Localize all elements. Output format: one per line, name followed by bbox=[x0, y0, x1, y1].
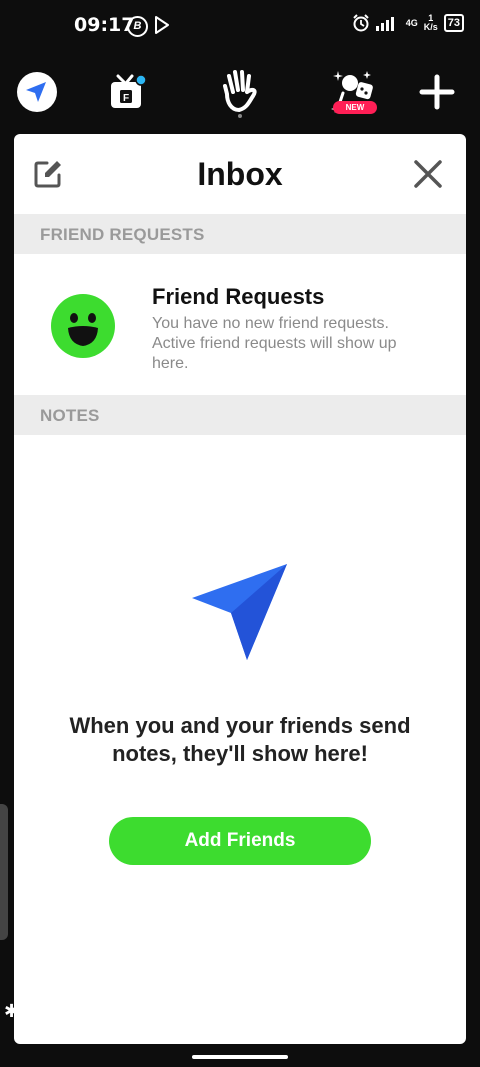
friend-requests-description: You have no new friend requests. Active … bbox=[152, 315, 397, 372]
smiley-face-icon bbox=[68, 313, 98, 346]
settings-gear-icon: ✱ bbox=[4, 1001, 20, 1021]
network-type: 4G bbox=[405, 17, 418, 28]
home-indicator[interactable] bbox=[192, 1055, 288, 1059]
add-friends-button[interactable]: Add Friends bbox=[109, 817, 371, 865]
empty-notes-message: When you and your friends send notes, th… bbox=[69, 713, 411, 766]
tv-nav-button[interactable]: F bbox=[97, 64, 155, 120]
edge-panel-handle[interactable] bbox=[0, 804, 8, 940]
network-speed-unit: K/s bbox=[423, 22, 438, 32]
smiley-avatar-icon bbox=[51, 294, 115, 358]
friend-requests-section-header: FRIEND REQUESTS bbox=[14, 214, 466, 254]
wave-nav-button[interactable] bbox=[211, 64, 269, 120]
waving-hand-icon bbox=[223, 70, 257, 118]
battery-indicator: 73 bbox=[443, 14, 464, 32]
friend-requests-row[interactable]: Friend Requests You have no new friend r… bbox=[14, 254, 466, 395]
new-badge: NEW bbox=[333, 101, 377, 114]
close-button[interactable] bbox=[412, 158, 444, 190]
network-speed: 1 K/s bbox=[424, 14, 438, 32]
alarm-icon bbox=[353, 14, 369, 32]
svg-text:F: F bbox=[123, 93, 129, 104]
signal-icon bbox=[375, 17, 394, 31]
send-arrow-illustration-icon bbox=[192, 564, 287, 660]
send-icon bbox=[17, 72, 57, 112]
top-navigation: F bbox=[0, 56, 480, 128]
status-time: 09:17 bbox=[74, 14, 135, 36]
status-right: 4G 1 K/s 73 bbox=[352, 14, 464, 32]
send-nav-button[interactable] bbox=[8, 64, 66, 120]
close-icon bbox=[414, 160, 442, 188]
inbox-panel: Inbox FRIEND REQUESTS Friend Requests Yo… bbox=[14, 134, 466, 1044]
page-title: Inbox bbox=[197, 156, 283, 192]
friend-requests-title: Friend Requests bbox=[152, 284, 325, 309]
tv-icon: F bbox=[111, 74, 147, 108]
notes-section-header: NOTES bbox=[14, 395, 466, 435]
add-nav-button[interactable] bbox=[408, 64, 466, 120]
inbox-header: Inbox bbox=[14, 134, 466, 214]
play-store-icon bbox=[155, 16, 169, 34]
b-notification-icon: B bbox=[127, 16, 148, 37]
status-bar: 09:17 B 4G 1 K/s 73 bbox=[0, 0, 480, 56]
plus-icon bbox=[419, 74, 455, 110]
